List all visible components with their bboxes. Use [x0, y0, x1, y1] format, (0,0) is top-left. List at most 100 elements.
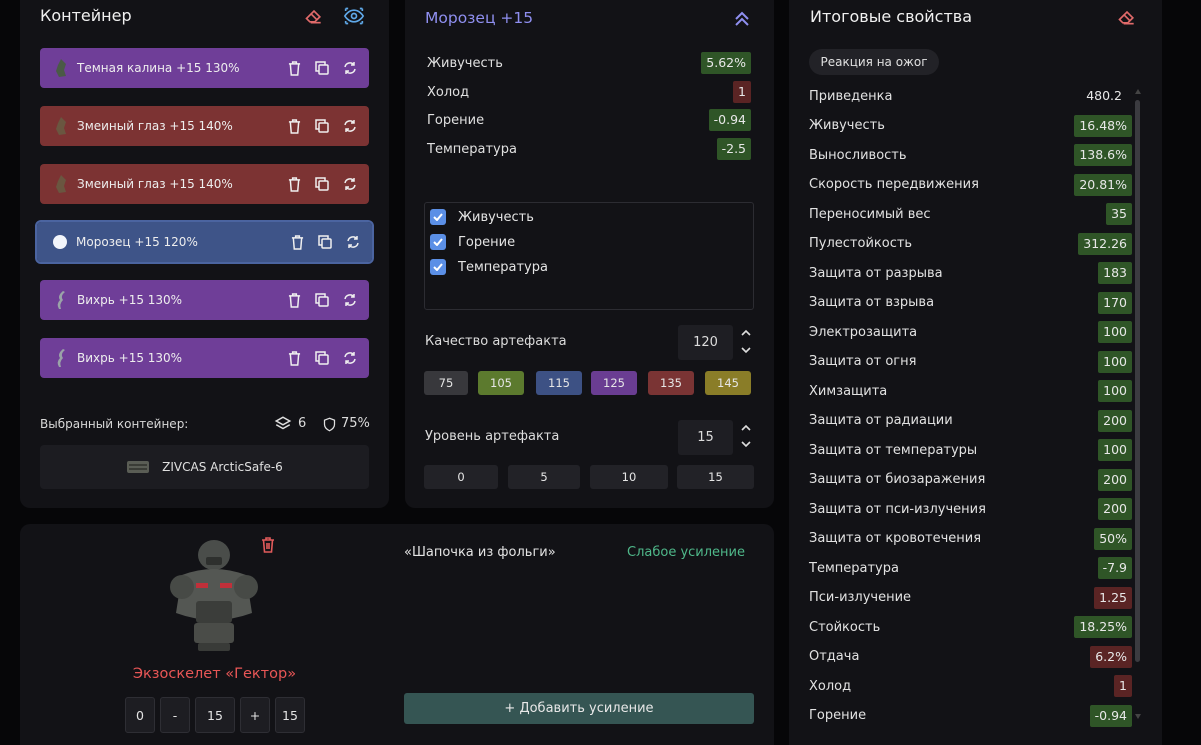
delete-icon[interactable]: [288, 233, 306, 251]
final-property-row: Холод 1: [809, 674, 1132, 698]
final-property-row: Защита от взрыва 170: [809, 291, 1132, 315]
artifact-label: Змеиный глаз +15 140%: [77, 119, 233, 133]
level-option-button[interactable]: 0: [424, 465, 498, 489]
level-input[interactable]: 15: [678, 420, 733, 455]
quality-up-icon[interactable]: [739, 326, 753, 340]
swap-icon[interactable]: [341, 175, 359, 193]
stat-checkbox[interactable]: Горение: [430, 234, 515, 250]
property-value: 20.81%: [1074, 173, 1132, 196]
property-label: Скорость передвижения: [809, 177, 979, 192]
stat-checkbox[interactable]: Живучесть: [430, 209, 534, 225]
layers-icon: [274, 415, 292, 433]
property-label: Выносливость: [809, 147, 907, 163]
artifact-label: Вихрь +15 130%: [77, 351, 183, 365]
artifact-card[interactable]: Вихрь +15 130%: [40, 338, 369, 378]
final-property-row: Защита от разрыва 183: [809, 261, 1132, 285]
swap-icon[interactable]: [344, 233, 362, 251]
artifact-stat-row: Холод 1: [427, 81, 751, 103]
artifact-card[interactable]: Вихрь +15 130%: [40, 280, 369, 320]
stat-checkbox[interactable]: Температура: [430, 259, 548, 275]
swap-icon[interactable]: [341, 349, 359, 367]
artifact-card[interactable]: Змеиный глаз +15 140%: [40, 106, 369, 146]
property-value: 200: [1098, 498, 1132, 520]
upgrade-plus-button[interactable]: +: [240, 697, 270, 733]
swap-icon[interactable]: [341, 59, 359, 77]
upgrade-name: «Шапочка из фольги»: [404, 545, 556, 560]
delete-icon[interactable]: [285, 175, 303, 193]
scroll-up-arrow[interactable]: [1135, 89, 1141, 94]
artifact-card[interactable]: Темная калина +15 130%: [40, 48, 369, 88]
container-case-icon: [126, 459, 150, 475]
level-option-button[interactable]: 10: [590, 465, 668, 489]
checkmark-icon[interactable]: [430, 259, 446, 275]
level-up-icon[interactable]: [739, 421, 753, 435]
property-label: Пси-излучение: [809, 590, 912, 605]
container-selector[interactable]: ZIVCAS ArcticSafe-6: [40, 445, 369, 489]
delete-icon[interactable]: [285, 291, 303, 309]
artifact-card[interactable]: Змеиный глаз +15 140%: [40, 164, 369, 204]
stat-label: Холод: [427, 84, 470, 100]
checkmark-icon[interactable]: [430, 234, 446, 250]
shield-icon: [322, 416, 337, 433]
level-option-button[interactable]: 5: [508, 465, 580, 489]
property-value: -7.9: [1097, 557, 1132, 579]
artifact-stat-row: Горение -0.94: [427, 109, 751, 131]
eraser-icon[interactable]: [303, 5, 325, 27]
copy-icon[interactable]: [313, 175, 331, 193]
copy-icon[interactable]: [313, 117, 331, 135]
quality-down-icon[interactable]: [739, 343, 753, 357]
copy-icon[interactable]: [313, 59, 331, 77]
delete-icon[interactable]: [285, 59, 303, 77]
artifact-card[interactable]: Морозец +15 120%: [35, 220, 374, 264]
eraser-icon-final[interactable]: [1116, 6, 1138, 28]
checkmark-icon[interactable]: [430, 209, 446, 225]
scroll-thumb[interactable]: [1135, 100, 1140, 662]
protection-value: 75%: [341, 416, 370, 431]
swap-icon[interactable]: [341, 117, 359, 135]
property-label: Защита от кровотечения: [809, 531, 982, 546]
upgrade-minus-button[interactable]: -: [160, 697, 190, 733]
level-down-icon[interactable]: [739, 437, 753, 451]
scrollbar[interactable]: [1135, 89, 1141, 720]
final-property-row: Пси-излучение 1.25: [809, 586, 1132, 610]
final-property-row: Переносимый вес 35: [809, 202, 1132, 226]
property-value: 18.25%: [1074, 616, 1132, 638]
artifact-thumb-icon: [51, 231, 69, 253]
upgrade-level-input[interactable]: 15: [195, 697, 235, 733]
copy-icon[interactable]: [313, 349, 331, 367]
property-label: Химзащита: [809, 383, 888, 399]
property-label: Холод: [809, 678, 852, 694]
reaction-button[interactable]: Реакция на ожог: [809, 49, 939, 75]
property-value: 200: [1098, 409, 1132, 432]
property-value: 16.48%: [1074, 114, 1132, 137]
artifact-label: Вихрь +15 130%: [77, 293, 183, 307]
quality-option-button[interactable]: 105: [478, 371, 524, 395]
artifact-label: Темная калина +15 130%: [77, 61, 240, 75]
delete-icon[interactable]: [285, 117, 303, 135]
quality-option-button[interactable]: 125: [591, 371, 637, 395]
level-label: Уровень артефакта: [425, 429, 560, 444]
add-upgrade-button[interactable]: + Добавить усиление: [404, 693, 754, 724]
property-value: 100: [1098, 439, 1132, 461]
eye-icon[interactable]: [342, 5, 366, 27]
scroll-down-arrow[interactable]: [1135, 714, 1141, 719]
copy-icon[interactable]: [316, 233, 334, 251]
level-option-button[interactable]: 15: [677, 465, 754, 489]
property-value: 100: [1098, 321, 1132, 343]
property-value: 183: [1098, 262, 1132, 284]
quality-option-button[interactable]: 115: [536, 371, 582, 395]
collapse-icon[interactable]: [732, 9, 752, 29]
stat-value: -2.5: [716, 138, 751, 160]
quality-option-button[interactable]: 75: [424, 371, 468, 395]
copy-icon[interactable]: [313, 291, 331, 309]
delete-icon[interactable]: [285, 349, 303, 367]
final-property-row: Электрозащита 100: [809, 320, 1132, 344]
stat-label: Температура: [427, 141, 517, 157]
quality-option-button[interactable]: 135: [648, 371, 694, 395]
upgrade-max-button[interactable]: 15: [275, 697, 305, 733]
trash-icon[interactable]: [259, 536, 277, 554]
quality-input[interactable]: 120: [678, 325, 733, 360]
upgrade-min-button[interactable]: 0: [125, 697, 155, 733]
quality-option-button[interactable]: 145: [705, 371, 751, 395]
swap-icon[interactable]: [341, 291, 359, 309]
